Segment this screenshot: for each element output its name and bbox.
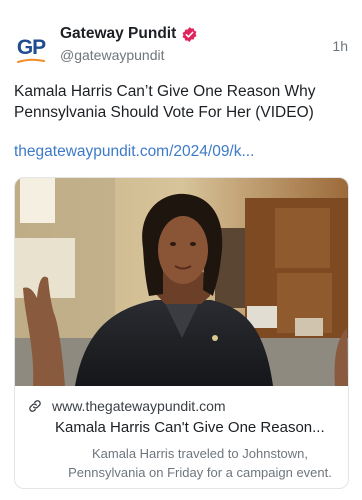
author-name-row: Gateway Pundit	[60, 25, 198, 43]
post-timestamp[interactable]: 1h	[332, 38, 348, 54]
verified-badge-icon	[182, 26, 197, 42]
author-display-name[interactable]: Gateway Pundit	[60, 25, 176, 43]
card-domain: www.thegatewaypundit.com	[52, 398, 226, 414]
avatar-logo-text: GP	[16, 36, 46, 59]
avatar[interactable]: GP	[13, 30, 49, 66]
author-handle[interactable]: @gatewaypundit	[60, 47, 165, 63]
post-link[interactable]: thegatewaypundit.com/2024/09/k...	[14, 143, 254, 161]
link-icon	[29, 400, 41, 412]
post-text: Kamala Harris Can’t Give One Reason Why …	[14, 83, 316, 121]
card-thumbnail-image[interactable]	[15, 178, 348, 386]
link-preview-card[interactable]: www.thegatewaypundit.com Kamala Harris C…	[14, 177, 349, 489]
logo-swoosh-icon	[17, 58, 45, 63]
post[interactable]: GP Gateway Pundit @gatewaypundit 1h Kama…	[0, 0, 362, 500]
card-domain-row: www.thegatewaypundit.com	[27, 398, 226, 414]
card-description: Kamala Harris traveled to Johnstown, Pen…	[68, 446, 332, 480]
card-title[interactable]: Kamala Harris Can't Give One Reason...	[55, 419, 341, 436]
